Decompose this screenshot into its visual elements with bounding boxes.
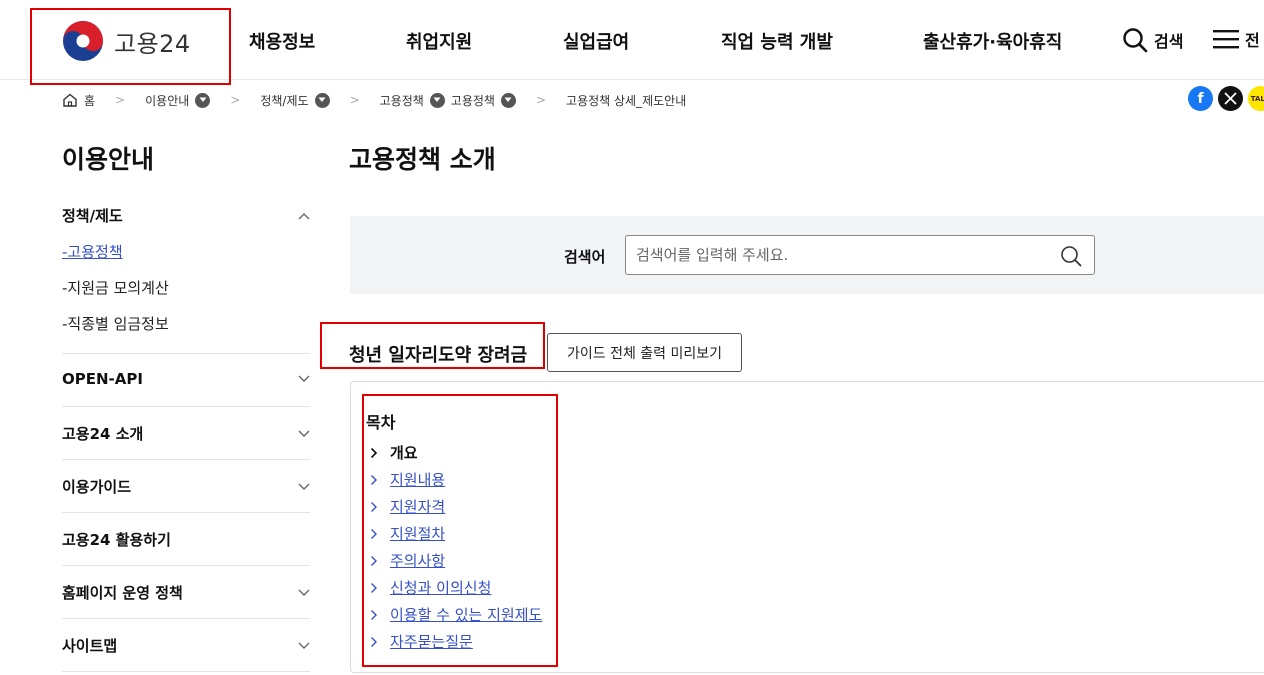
nav-item-employment-support[interactable]: 취업지원 — [406, 28, 472, 54]
sidebar-item-label: 사이트맵 — [62, 637, 118, 655]
sidebar-item-open-api[interactable]: OPEN-API — [62, 370, 310, 388]
chevron-right-icon: > — [230, 93, 241, 107]
sidebar-item-label: 이용가이드 — [62, 478, 132, 496]
divider — [62, 671, 310, 672]
breadcrumb-label: 정책/제도 — [260, 93, 309, 108]
x-share-icon[interactable] — [1218, 86, 1243, 111]
breadcrumb-home[interactable]: 홈 — [62, 92, 95, 109]
sidebar-item-label: OPEN-API — [62, 370, 143, 388]
chevron-right-icon: > — [349, 93, 360, 107]
search-label: 검색어 — [564, 248, 606, 266]
search-icon — [1123, 28, 1148, 53]
highlight-box-section-title — [320, 322, 545, 369]
sidebar-item-sitemap[interactable]: 사이트맵 — [62, 635, 310, 656]
sidebar-item-label: 홈페이지 운영 정책 — [62, 584, 183, 602]
chevron-right-icon: > — [115, 93, 126, 107]
sidebar-group-policy: 정책/제도 — [62, 205, 310, 226]
search-panel: 검색어 — [350, 216, 1264, 294]
kakao-share-icon[interactable]: TALK — [1248, 86, 1264, 111]
search-icon[interactable] — [1060, 245, 1082, 267]
chevron-down-icon[interactable] — [500, 92, 516, 108]
sidebar-subitem-subsidy-calculator[interactable]: -지원금 모의계산 — [62, 277, 169, 298]
sidebar-subitem-employment-policy[interactable]: -고용정책 — [62, 241, 123, 262]
sidebar-subitem-wage-info[interactable]: -직종별 임금정보 — [62, 313, 169, 334]
nav-item-unemployment-benefit[interactable]: 실업급여 — [563, 28, 629, 54]
sidebar-item-label: 정책/제도 — [62, 207, 123, 225]
chevron-down-icon[interactable] — [314, 92, 330, 108]
divider — [62, 565, 310, 566]
chevron-down-icon[interactable] — [195, 92, 211, 108]
highlight-box-logo — [30, 8, 231, 85]
breadcrumb-item-guide[interactable]: 이용안내 — [145, 92, 211, 109]
all-menu-button[interactable]: 전 — [1213, 27, 1260, 51]
divider — [62, 353, 310, 354]
highlight-box-toc — [362, 394, 558, 667]
header-search-label: 검색 — [1154, 32, 1184, 51]
sidebar-item-label: 고용24 활용하기 — [62, 531, 171, 549]
divider — [62, 406, 310, 407]
sidebar-item-operation-policy[interactable]: 홈페이지 운영 정책 — [62, 582, 310, 603]
chevron-down-icon — [298, 642, 310, 649]
chevron-down-icon — [298, 375, 310, 382]
breadcrumb-current: 고용정책 상세_제도안내 — [566, 93, 687, 108]
facebook-share-icon[interactable]: f — [1188, 86, 1213, 111]
sidebar-item-guide[interactable]: 이용가이드 — [62, 476, 310, 497]
nav-item-jobs[interactable]: 채용정보 — [249, 28, 315, 54]
divider — [62, 512, 310, 513]
guide-print-preview-button[interactable]: 가이드 전체 출력 미리보기 — [547, 333, 742, 372]
hamburger-menu-icon — [1213, 30, 1239, 49]
chevron-up-icon — [298, 212, 310, 219]
sidebar-title: 이용안내 — [62, 145, 155, 174]
breadcrumb-label: 이용안내 — [145, 93, 190, 108]
nav-item-vocational-training[interactable]: 직업 능력 개발 — [721, 28, 833, 54]
sidebar-item-about[interactable]: 고용24 소개 — [62, 423, 310, 444]
breadcrumb-label: 고용정책 — [450, 93, 495, 108]
chevron-down-icon — [298, 483, 310, 490]
breadcrumb-item-employment-policy[interactable]: 고용정책 고용정책 — [380, 92, 516, 109]
divider — [62, 459, 310, 460]
chevron-down-icon[interactable] — [429, 92, 445, 108]
divider — [62, 618, 310, 619]
chevron-right-icon: > — [535, 93, 547, 107]
page-title: 고용정책 소개 — [349, 145, 496, 174]
breadcrumb-item-policy[interactable]: 정책/제도 — [260, 92, 330, 109]
sidebar-item-policy[interactable]: 정책/제도 — [62, 205, 310, 226]
chevron-down-icon — [298, 430, 310, 437]
header-search-button[interactable]: 검색 — [1122, 27, 1183, 53]
nav-item-maternity-leave[interactable]: 출산휴가·육아휴직 — [923, 28, 1062, 54]
chevron-down-icon — [298, 589, 310, 596]
site-header: 고용24 채용정보 취업지원 실업급여 직업 능력 개발 출산휴가·육아휴직 검… — [0, 0, 1264, 85]
sidebar-item-usage[interactable]: 고용24 활용하기 — [62, 529, 310, 550]
home-icon — [63, 93, 77, 107]
search-input[interactable] — [625, 235, 1095, 275]
breadcrumb: 홈 > 이용안내 > 정책/제도 > 고용정책 고용정책 > 고용정책 상세_제… — [62, 90, 686, 110]
all-menu-label: 전 — [1245, 31, 1260, 50]
sidebar-item-label: 고용24 소개 — [62, 425, 144, 443]
breadcrumb-label: 고용정책 — [379, 93, 424, 108]
breadcrumb-home-label: 홈 — [84, 93, 96, 108]
